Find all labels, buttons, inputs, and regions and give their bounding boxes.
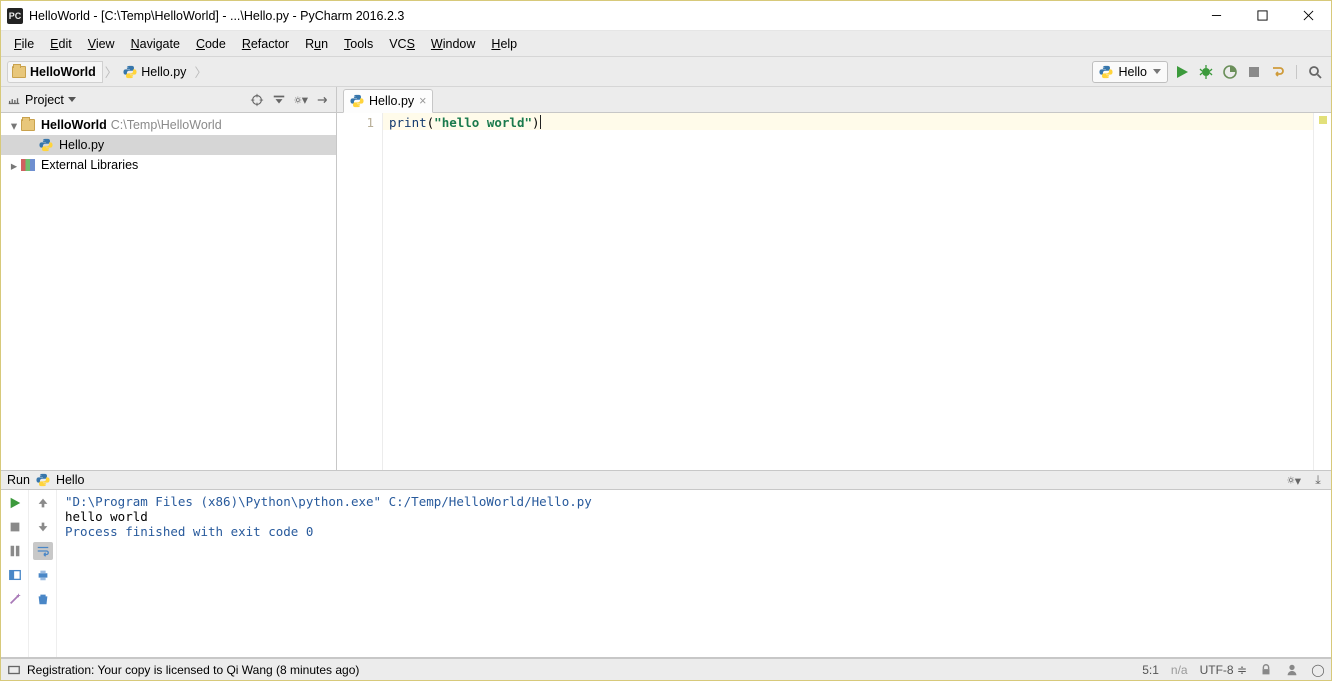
menu-vcs[interactable]: VCS — [382, 35, 422, 53]
chevron-right-icon: 〉 — [192, 62, 209, 81]
editor-tab-label: Hello.py — [369, 94, 414, 108]
python-icon — [1099, 65, 1113, 79]
breadcrumb-file[interactable]: Hello.py — [119, 61, 192, 83]
caret-position[interactable]: 5:1 — [1142, 663, 1159, 677]
chevron-right-icon: 〉 — [103, 62, 120, 81]
app-logo: PC — [7, 8, 23, 24]
folder-icon — [21, 119, 35, 131]
text-caret — [540, 115, 541, 129]
window-titlebar: PC HelloWorld - [C:\Temp\HelloWorld] - .… — [1, 1, 1331, 31]
tree-root[interactable]: ▾ HelloWorld C:\Temp\HelloWorld — [1, 115, 336, 135]
status-bar: Registration: Your copy is licensed to Q… — [1, 658, 1331, 680]
tool-windows-button[interactable] — [7, 663, 21, 677]
python-file-icon — [123, 65, 137, 79]
menu-navigate[interactable]: Navigate — [124, 35, 187, 53]
menu-edit[interactable]: Edit — [43, 35, 79, 53]
line-number: 1 — [337, 115, 374, 130]
tree-file-hello[interactable]: Hello.py — [1, 135, 336, 155]
editor-tabs: Hello.py × — [337, 87, 1331, 113]
console-output[interactable]: "D:\Program Files (x86)\Python\python.ex… — [57, 490, 1331, 657]
run-tool-title: Run — [7, 473, 30, 487]
close-button[interactable] — [1285, 1, 1331, 31]
run-button[interactable] — [1172, 62, 1192, 82]
scroll-from-source-button[interactable] — [250, 93, 264, 107]
status-lock-icon[interactable] — [1259, 663, 1273, 677]
analysis-marker-icon[interactable] — [1319, 116, 1327, 124]
dropdown-caret-icon — [1153, 69, 1161, 74]
project-view-select[interactable]: Project — [7, 93, 76, 107]
menu-refactor[interactable]: Refactor — [235, 35, 296, 53]
scroll-up-button[interactable] — [33, 494, 53, 512]
scroll-down-button[interactable] — [33, 518, 53, 536]
tree-external-libraries[interactable]: ▸ External Libraries — [1, 155, 336, 175]
run-config-name: Hello — [1119, 65, 1148, 79]
clear-all-button[interactable] — [33, 590, 53, 608]
close-tab-button[interactable]: × — [419, 94, 426, 108]
hide-button[interactable] — [316, 93, 330, 107]
status-message: Registration: Your copy is licensed to Q… — [27, 663, 359, 677]
wand-button[interactable] — [5, 590, 25, 608]
status-inspector-icon[interactable] — [1285, 663, 1299, 677]
python-icon — [36, 473, 50, 487]
menu-help[interactable]: Help — [484, 35, 524, 53]
run-config-select[interactable]: Hello — [1092, 61, 1169, 83]
breadcrumb: HelloWorld 〉 Hello.py 〉 — [7, 57, 209, 86]
console-command-line: "D:\Program Files (x86)\Python\python.ex… — [65, 494, 1323, 509]
run-hide-button[interactable]: ⤓ — [1311, 473, 1325, 487]
stop-button[interactable] — [1244, 62, 1264, 82]
project-icon — [7, 93, 21, 107]
folder-icon — [12, 66, 26, 78]
collapse-all-button[interactable] — [272, 93, 286, 107]
editor-tab-hello[interactable]: Hello.py × — [343, 89, 433, 113]
run-tool-window: "D:\Program Files (x86)\Python\python.ex… — [1, 490, 1331, 658]
window-title: HelloWorld - [C:\Temp\HelloWorld] - ...\… — [29, 9, 1193, 23]
editor-area: Hello.py × 1 print("hello world") — [337, 87, 1331, 470]
navigation-bar: HelloWorld 〉 Hello.py 〉 Hello — [1, 57, 1331, 87]
editor-gutter: 1 — [337, 113, 383, 470]
menu-bar: File Edit View Navigate Code Refactor Ru… — [1, 31, 1331, 57]
console-stdout-line: hello world — [65, 509, 1323, 524]
run-coverage-button[interactable] — [1220, 62, 1240, 82]
breadcrumb-project[interactable]: HelloWorld — [7, 61, 103, 83]
search-everywhere-button[interactable] — [1305, 62, 1325, 82]
layout-button[interactable] — [5, 566, 25, 584]
run-tool-header: Run Hello ▾ ⤓ — [1, 470, 1331, 490]
menu-file[interactable]: File — [7, 35, 41, 53]
menu-code[interactable]: Code — [189, 35, 233, 53]
editor-content[interactable]: print("hello world") — [383, 113, 1313, 470]
project-tree[interactable]: ▾ HelloWorld C:\Temp\HelloWorld Hello.py… — [1, 113, 336, 470]
stop-run-button[interactable] — [5, 518, 25, 536]
python-file-icon — [39, 138, 53, 152]
menu-view[interactable]: View — [81, 35, 122, 53]
debug-button[interactable] — [1196, 62, 1216, 82]
chevron-right-icon: ▸ — [9, 158, 19, 173]
dropdown-caret-icon — [68, 97, 76, 102]
run-tool-config: Hello — [56, 473, 85, 487]
rerun-button[interactable] — [5, 494, 25, 512]
status-notifications-icon[interactable]: ◯ — [1311, 663, 1325, 677]
maximize-button[interactable] — [1239, 1, 1285, 31]
pause-button[interactable] — [5, 542, 25, 560]
console-exit-line: Process finished with exit code 0 — [65, 524, 1323, 539]
run-settings-button[interactable]: ▾ — [1287, 473, 1301, 487]
line-separator[interactable]: n/a — [1171, 663, 1188, 677]
file-encoding[interactable]: UTF-8 ≑ — [1200, 663, 1247, 677]
menu-tools[interactable]: Tools — [337, 35, 380, 53]
menu-window[interactable]: Window — [424, 35, 482, 53]
project-tool-window: Project ▾ ▾ HelloWorld C:\Temp\HelloWorl… — [1, 87, 337, 470]
settings-button[interactable]: ▾ — [294, 93, 308, 107]
editor-marker-bar[interactable] — [1313, 113, 1331, 470]
print-button[interactable] — [33, 566, 53, 584]
project-tool-header: Project ▾ — [1, 87, 336, 113]
soft-wrap-button[interactable] — [33, 542, 53, 560]
libraries-icon — [21, 159, 35, 171]
python-file-icon — [350, 94, 364, 108]
chevron-down-icon: ▾ — [9, 118, 19, 133]
minimize-button[interactable] — [1193, 1, 1239, 31]
menu-run[interactable]: Run — [298, 35, 335, 53]
step-button[interactable] — [1268, 62, 1288, 82]
